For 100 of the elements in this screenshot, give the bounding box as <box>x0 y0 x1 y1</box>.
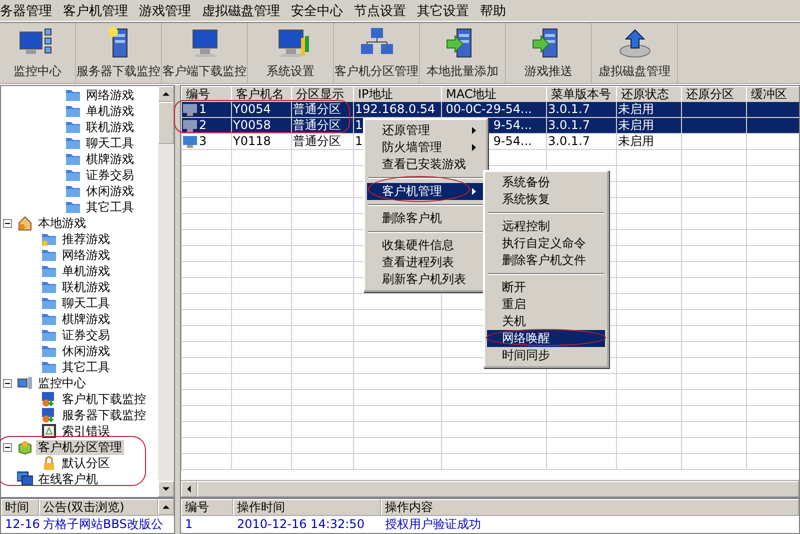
menu-item[interactable]: 关机 <box>487 313 605 330</box>
tree-item[interactable]: 单机游戏 <box>60 264 112 278</box>
menu[interactable]: 节点设置 <box>348 2 411 20</box>
tree-item[interactable]: 证券交易 <box>60 328 112 342</box>
tree-item[interactable]: 客户机分区管理 <box>36 440 124 454</box>
table-cell: 3.0.1.7 <box>548 134 590 148</box>
menu[interactable]: 虚拟磁盘管理 <box>196 2 285 20</box>
toolbar-button[interactable]: 客户端下载监控 <box>162 23 248 83</box>
scroll-down-icon[interactable] <box>158 481 174 497</box>
index-icon <box>41 423 57 439</box>
menu-item[interactable]: 删除客户机 <box>367 210 484 227</box>
menu-item[interactable]: 查看进程列表 <box>367 254 484 271</box>
table-cell: 1 <box>199 102 207 116</box>
table-cell: 3.0.1.7 <box>548 102 590 116</box>
expander-icon[interactable] <box>3 442 12 452</box>
notice-link[interactable]: 方格子网站BBS改版公 <box>39 516 174 532</box>
menu-item[interactable]: 时间同步 <box>487 347 605 364</box>
tree-item[interactable]: 棋牌游戏 <box>84 152 136 166</box>
column-header[interactable]: MAC地址 <box>442 86 546 102</box>
tree-item[interactable]: 默认分区 <box>60 456 112 470</box>
menu-item[interactable]: 客户机管理 <box>367 183 484 200</box>
tree-item[interactable]: 其它工具 <box>84 200 136 214</box>
tree-item[interactable]: 网络游戏 <box>84 88 136 102</box>
scroll-thumb[interactable] <box>158 102 174 144</box>
submenu-arrow-icon <box>472 144 476 151</box>
tree-item[interactable]: 联机游戏 <box>84 120 136 134</box>
menu-item[interactable]: 执行自定义命令 <box>487 235 605 252</box>
column-header[interactable]: 编号 <box>181 499 233 516</box>
menu-item[interactable]: 断开 <box>487 279 605 296</box>
tree-item[interactable]: 推荐游戏 <box>60 232 112 246</box>
toolbar-button[interactable]: 服务器下载监控 <box>76 23 162 83</box>
column-header[interactable]: 公告(双击浏览) <box>39 499 158 516</box>
folder-icon <box>65 87 81 103</box>
folder-icon <box>41 359 57 375</box>
tree-item[interactable]: 客户机下载监控 <box>60 392 148 406</box>
table-row[interactable]: 1 Y0054 普通分区 192.168.0.54 00-0C-29-54... 3.0.1.7 未启用 <box>182 102 799 118</box>
tree-item[interactable]: 监控中心 <box>36 376 88 390</box>
menu[interactable]: 安全中心 <box>285 2 348 20</box>
menu-item[interactable]: 重启 <box>487 296 605 313</box>
tree-item[interactable]: 在线客户机 <box>36 472 100 486</box>
tree-item[interactable]: 本地游戏 <box>36 216 88 230</box>
scroll-up-icon[interactable] <box>158 86 174 102</box>
tree-item[interactable]: 证券交易 <box>84 168 136 182</box>
tree-item[interactable]: 索引错误 <box>60 424 112 438</box>
scroll-left-icon[interactable] <box>181 481 197 497</box>
toolbar-button[interactable]: 客户机分区管理 <box>334 23 420 83</box>
column-header[interactable]: 客户机名 <box>232 86 292 102</box>
expander-icon[interactable] <box>3 378 12 388</box>
menu-item[interactable]: 刷新客户机列表 <box>367 271 484 288</box>
tree-item[interactable]: 其它工具 <box>60 360 112 374</box>
menu[interactable]: 客户机管理 <box>57 2 133 20</box>
scroll-up-icon[interactable] <box>158 499 174 515</box>
column-header[interactable]: 操作时间 <box>233 499 381 516</box>
tree-item[interactable]: 聊天工具 <box>84 136 136 150</box>
menu[interactable]: 游戏管理 <box>133 2 196 20</box>
menu[interactable]: 其它设置 <box>411 2 474 20</box>
tree-item[interactable]: 网络游戏 <box>60 248 112 262</box>
column-header[interactable]: 编号 <box>182 86 232 102</box>
column-header[interactable]: 缓冲区 <box>746 86 799 102</box>
table-cell-text: 1 <box>184 516 194 532</box>
expander-icon[interactable] <box>3 218 12 228</box>
table-cell-text: 2010-12-16 14:32:50 <box>236 516 366 532</box>
download-icon <box>41 407 57 423</box>
menu[interactable]: 帮助 <box>474 2 511 20</box>
tree-item[interactable]: 聊天工具 <box>60 296 112 310</box>
house-icon <box>17 215 33 231</box>
folder-icon <box>41 327 57 343</box>
menu-item[interactable]: 收集硬件信息 <box>367 237 484 254</box>
tree-item[interactable]: 服务器下载监控 <box>60 408 148 422</box>
menu-item[interactable]: 查看已安装游戏 <box>367 156 484 173</box>
column-header[interactable]: 菜单版本号 <box>546 86 616 102</box>
menu[interactable]: 务器管理 <box>0 2 57 20</box>
folder-icon <box>65 199 81 215</box>
column-header[interactable]: 还原状态 <box>616 86 682 102</box>
column-header[interactable]: 分区显示 <box>292 86 354 102</box>
table-cell-text: 授权用户验证成功 <box>384 516 482 532</box>
column-header[interactable]: IP地址 <box>354 86 442 102</box>
scrollbar[interactable] <box>158 86 174 497</box>
column-header[interactable]: 操作内容 <box>381 499 799 516</box>
computer-icon <box>183 136 197 148</box>
menu-item[interactable]: 网络唤醒 <box>487 330 605 347</box>
menu-item[interactable]: 删除客户机文件 <box>487 252 605 269</box>
column-header[interactable]: 时间 <box>1 499 39 516</box>
tree-item[interactable]: 棋牌游戏 <box>60 312 112 326</box>
tree-item[interactable]: 休闲游戏 <box>84 184 136 198</box>
table-cell: 未启用 <box>618 134 654 148</box>
tree-item[interactable]: 休闲游戏 <box>60 344 112 358</box>
download-icon <box>41 391 57 407</box>
menu-item[interactable]: 系统备份 <box>487 174 605 191</box>
tree-item[interactable]: 联机游戏 <box>60 280 112 294</box>
computers-icon <box>17 471 33 487</box>
folder-icon <box>41 263 57 279</box>
table-cell: 3.0.1.7 <box>548 118 590 132</box>
folder-icon <box>41 279 57 295</box>
folder-icon <box>65 167 81 183</box>
column-header[interactable]: 还原分区 <box>682 86 746 102</box>
table-cell: 3 <box>199 134 207 148</box>
menu-item[interactable]: 系统恢复 <box>487 191 605 208</box>
menu-item[interactable]: 远程控制 <box>487 218 605 235</box>
tree-item[interactable]: 单机游戏 <box>84 104 136 118</box>
